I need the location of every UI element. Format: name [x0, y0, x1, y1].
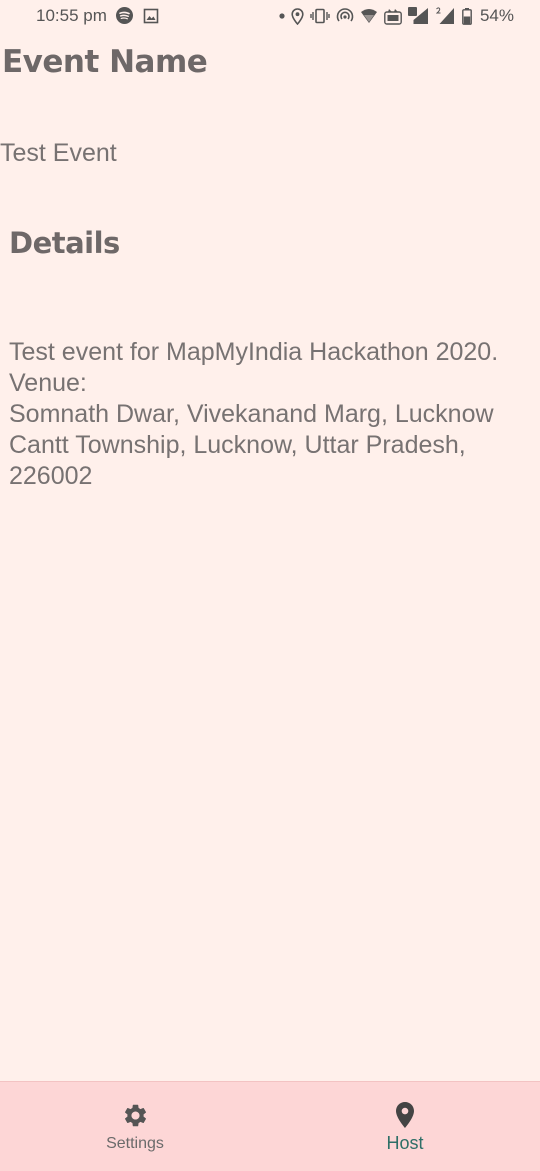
details-line: Cantt Township, Lucknow, Uttar Pradesh,	[9, 431, 466, 459]
details-line: Somnath Dwar, Vivekanand Marg, Lucknow	[9, 400, 494, 428]
details-line: Test event for MapMyIndia Hackathon 2020…	[9, 338, 499, 366]
details-heading: Details	[9, 226, 120, 260]
spotify-icon	[116, 7, 133, 29]
event-name-value: Test Event	[0, 139, 117, 167]
hotspot-icon	[336, 8, 354, 24]
dot-icon	[279, 13, 285, 19]
status-time: 10:55 pm	[36, 6, 107, 25]
nav-label-host: Host	[386, 1133, 424, 1153]
event-name-heading: Event Name	[2, 44, 208, 80]
details-line: 226002	[9, 462, 93, 490]
vibrate-icon	[310, 8, 330, 24]
location-icon	[291, 7, 304, 25]
battery-icon	[462, 7, 472, 25]
signal-sim1-icon	[407, 7, 430, 25]
event-details-text: Test event for MapMyIndia Hackathon 2020…	[9, 337, 534, 492]
signal-sim2-icon	[435, 7, 456, 25]
status-bar: 10:55 pm 54%	[0, 0, 540, 32]
battery-percent: 54%	[479, 6, 514, 25]
nav-label-settings: Settings	[106, 1135, 164, 1152]
bottom-navigation: Settings Host	[0, 1081, 540, 1171]
nav-item-settings[interactable]: Settings	[0, 1082, 270, 1171]
image-icon	[143, 8, 159, 29]
location-pin-icon	[393, 1101, 417, 1129]
nav-item-host[interactable]: Host	[270, 1082, 540, 1171]
wifi-icon	[360, 8, 378, 24]
volte-icon	[384, 7, 402, 25]
details-line: Venue:	[9, 369, 87, 397]
gear-icon	[122, 1101, 149, 1129]
